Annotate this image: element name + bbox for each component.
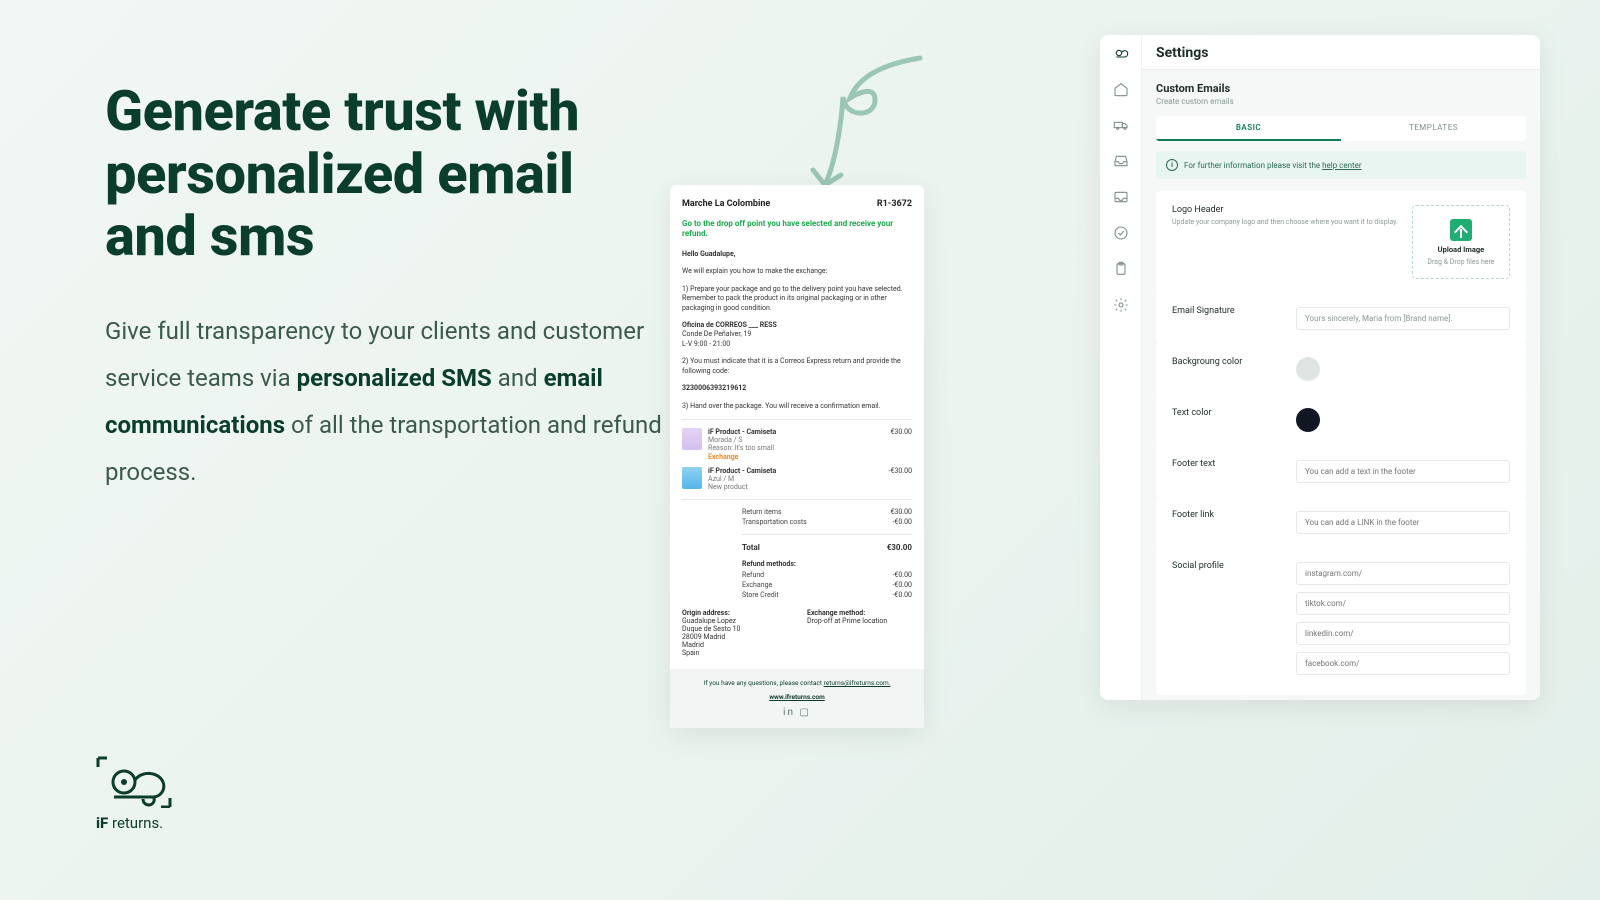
- dropoff-office: Oficina de CORREOS ___ RESS Conde De Peñ…: [682, 321, 912, 349]
- social-facebook-input[interactable]: [1296, 652, 1510, 675]
- chameleon-icon: [96, 756, 172, 808]
- totals: Return items€30.00 Transportation costs-…: [742, 508, 912, 599]
- tab-basic[interactable]: BASIC: [1156, 116, 1341, 141]
- info-banner: i For further information please visit t…: [1156, 151, 1526, 179]
- card-footer-text: Footer text: [1156, 445, 1526, 497]
- footer-text-input[interactable]: [1296, 460, 1510, 483]
- return-code: 3230006393219612: [682, 384, 746, 392]
- section-title: Custom Emails: [1156, 82, 1526, 95]
- gear-icon[interactable]: [1111, 295, 1131, 315]
- linkedin-icon[interactable]: in: [783, 707, 795, 718]
- clipboard-icon[interactable]: [1111, 259, 1131, 279]
- intro: We will explain you how to make the exch…: [682, 267, 912, 276]
- tray-icon[interactable]: [1111, 187, 1131, 207]
- card-bg-color: Backgroung color: [1156, 343, 1526, 395]
- check-circle-icon[interactable]: [1111, 223, 1131, 243]
- product-row: iF Product - Camiseta Azul / M New produ…: [682, 467, 912, 491]
- email-preview: Marche La Colombine R1-3672 Go to the dr…: [670, 185, 924, 728]
- order-ref: R1-3672: [877, 199, 912, 209]
- product-thumb-icon: [682, 467, 702, 489]
- section-desc: Create custom emails: [1156, 97, 1526, 106]
- page-body: Give full transparency to your clients a…: [105, 308, 665, 495]
- contact-link[interactable]: returns@ifreturns.com.: [824, 679, 891, 687]
- side-rail: [1100, 35, 1142, 700]
- email-footer: If you have any questions, please contac…: [670, 669, 924, 728]
- settings-title: Settings: [1156, 45, 1526, 61]
- site-link[interactable]: www.ifreturns.com: [769, 693, 824, 701]
- card-social-profile: Social profile: [1156, 547, 1526, 695]
- email-action: Go to the drop off point you have select…: [682, 219, 912, 240]
- product-thumb-icon: [682, 428, 702, 450]
- tab-templates[interactable]: TEMPLATES: [1341, 116, 1526, 141]
- step1: 1) Prepare your package and go to the de…: [682, 285, 912, 313]
- card-text-color: Text color: [1156, 394, 1526, 446]
- card-footer-link: Footer link: [1156, 496, 1526, 548]
- merchant-name: Marche La Colombine: [682, 199, 770, 209]
- home-icon[interactable]: [1111, 79, 1131, 99]
- inbox-icon[interactable]: [1111, 151, 1131, 171]
- footer-link-input[interactable]: [1296, 511, 1510, 534]
- text-color-swatch[interactable]: [1296, 408, 1320, 432]
- info-icon: i: [1166, 159, 1178, 171]
- brand-logo: iF returns.: [96, 756, 172, 832]
- step3: 3) Hand over the package. You will recei…: [682, 402, 912, 411]
- marketing-copy: Generate trust with personalized email a…: [105, 80, 665, 495]
- social-linkedin-input[interactable]: [1296, 622, 1510, 645]
- product-row: iF Product - Camiseta Morada / S Reason:…: [682, 428, 912, 461]
- greeting: Hello Guadalupe,: [682, 250, 735, 258]
- tabs: BASIC TEMPLATES: [1156, 116, 1526, 141]
- titlebar: Settings: [1142, 35, 1540, 70]
- social-instagram-input[interactable]: [1296, 562, 1510, 585]
- page-headline: Generate trust with personalized email a…: [105, 80, 665, 268]
- brand-text: iF returns.: [96, 814, 172, 832]
- addresses: Origin address: Guadalupe Lopez Duque de…: [682, 609, 912, 657]
- settings-panel: Settings Custom Emails Create custom ema…: [1100, 35, 1540, 700]
- help-center-link[interactable]: help center: [1322, 161, 1362, 170]
- arrow-icon: [785, 50, 935, 200]
- card-logo-header: Logo Header Update your company logo and…: [1156, 191, 1526, 293]
- instagram-icon[interactable]: ▢: [800, 707, 811, 718]
- brand-icon[interactable]: [1111, 43, 1131, 63]
- social-tiktok-input[interactable]: [1296, 592, 1510, 615]
- step2: 2) You must indicate that it is a Correo…: [682, 357, 912, 376]
- signature-input[interactable]: [1296, 307, 1510, 330]
- upload-dropzone[interactable]: Upload Image Drag & Drop files here: [1412, 205, 1510, 279]
- card-email-signature: Email Signature: [1156, 292, 1526, 344]
- bg-color-swatch[interactable]: [1296, 357, 1320, 381]
- truck-icon[interactable]: [1111, 115, 1131, 135]
- upload-icon: [1450, 219, 1472, 241]
